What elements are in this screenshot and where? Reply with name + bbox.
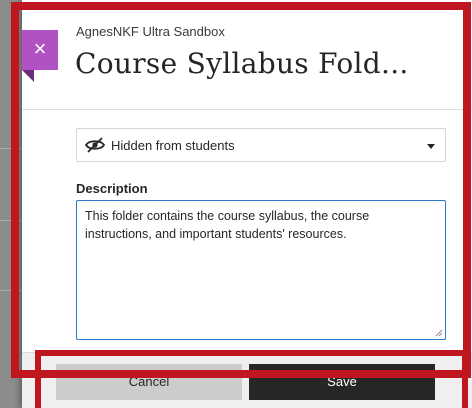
footer-highlight-frame	[35, 350, 468, 408]
highlight-frame	[11, 2, 471, 378]
